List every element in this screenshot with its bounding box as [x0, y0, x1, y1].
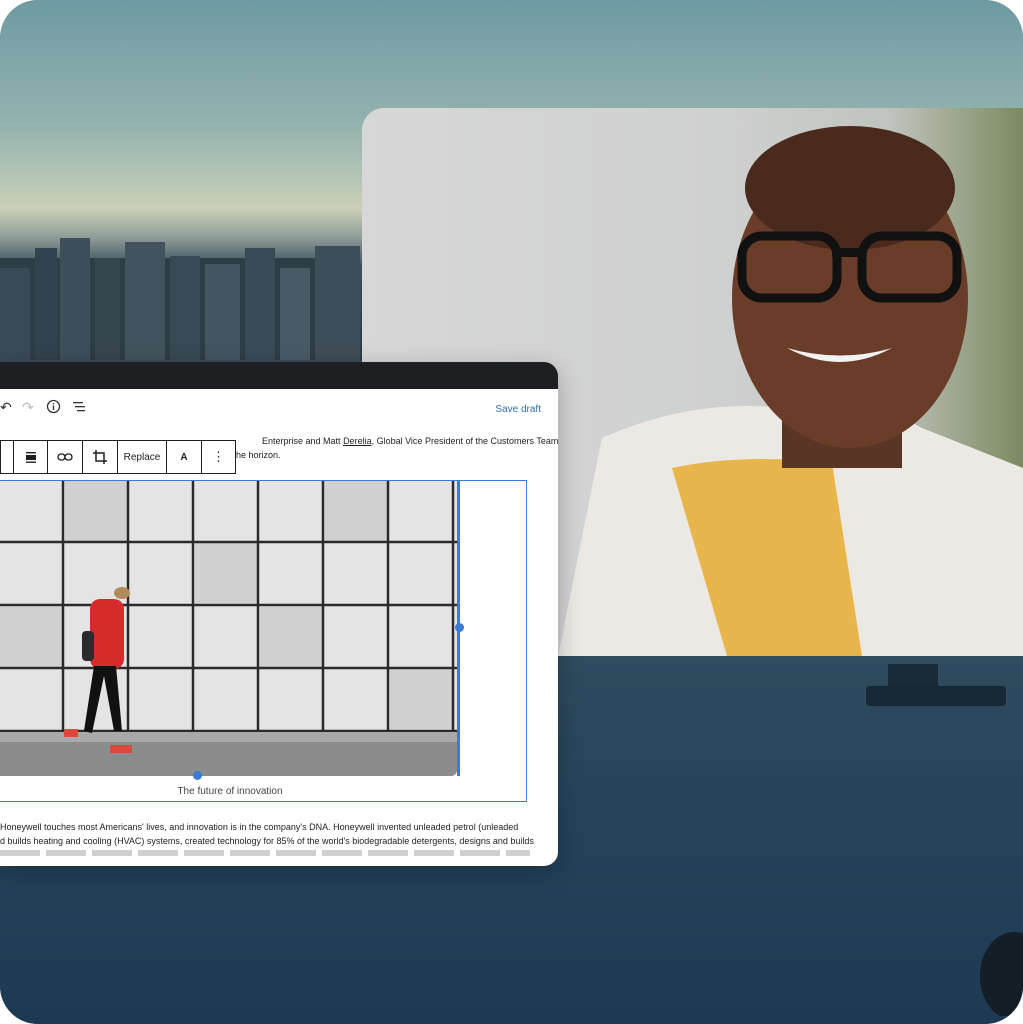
image-caption[interactable]: The future of innovation [0, 786, 460, 797]
text-overlay-button[interactable]: A [167, 441, 202, 473]
intro-name: Derelia [343, 436, 372, 446]
city-skyline [0, 238, 360, 360]
align-button[interactable] [14, 441, 48, 473]
replace-button[interactable]: Replace [118, 441, 167, 473]
intro-paragraph-line1: Enterprise and Matt Derelia, Global Vice… [262, 436, 558, 446]
editor-toolbar: ↶ ↷ [0, 389, 558, 435]
tile-wall-photo [0, 481, 457, 776]
image-block-toolbar: Replace A ⋮ [0, 440, 236, 474]
rock-silhouette [980, 932, 1023, 1016]
more-options-button[interactable]: ⋮ [202, 441, 235, 473]
hero-collage: ↶ ↷ Save draft Enterprise and Matt Derel… [0, 0, 1023, 1024]
save-draft-link[interactable]: Save draft [495, 404, 541, 415]
intro-text-a: Enterprise and Matt [262, 436, 341, 446]
resize-handle-bottom[interactable] [193, 771, 202, 780]
body-paragraph-line3-cut [0, 850, 530, 856]
resize-handle-right[interactable] [455, 623, 464, 632]
list-view-icon[interactable] [72, 399, 87, 414]
block-type-button[interactable] [1, 441, 14, 473]
intro-paragraph-line2: he horizon. [236, 450, 281, 460]
redo-icon[interactable]: ↷ [22, 399, 34, 416]
body-paragraph-line1: Honeywell touches most Americans' lives,… [0, 822, 519, 832]
info-icon[interactable] [46, 399, 61, 414]
image-block[interactable] [0, 480, 527, 802]
intro-text-b: , Global Vice President of the Customers… [371, 436, 558, 446]
crop-button[interactable] [83, 441, 118, 473]
align-icon [25, 452, 36, 463]
crop-icon [93, 450, 107, 464]
link-icon [57, 453, 73, 461]
block-editor-window: ↶ ↷ Save draft Enterprise and Matt Derel… [0, 362, 558, 866]
body-paragraph-line2: d builds heating and cooling (HVAC) syst… [0, 836, 534, 846]
undo-icon[interactable]: ↶ [0, 399, 12, 416]
link-button[interactable] [48, 441, 83, 473]
editor-title-bar [0, 362, 558, 389]
boat-silhouette [866, 664, 1006, 706]
